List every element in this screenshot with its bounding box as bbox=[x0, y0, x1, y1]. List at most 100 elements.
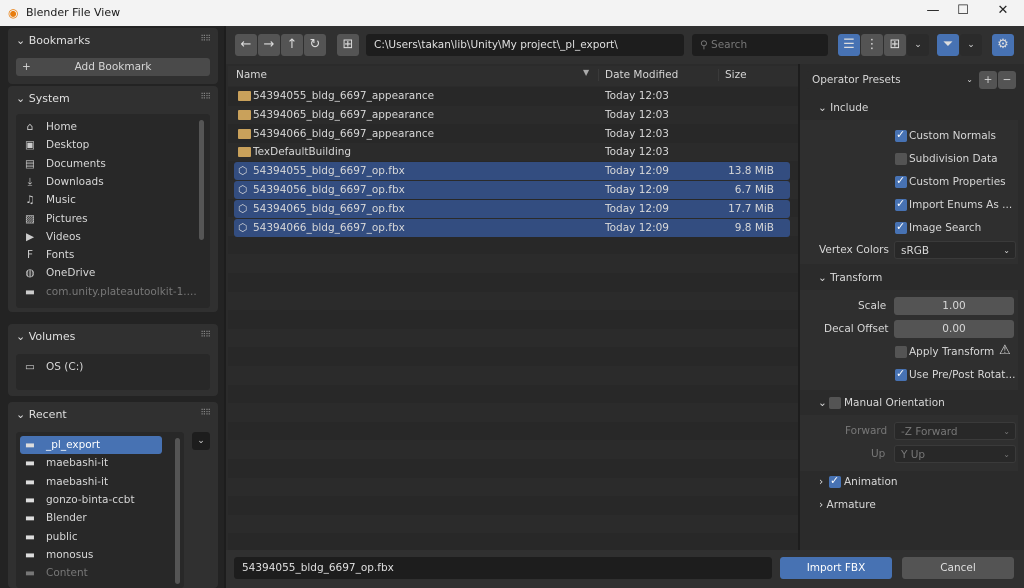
path-input[interactable]: C:\Users\takan\lib\Unity\My project\_pl_… bbox=[366, 34, 684, 56]
recent-menu-button[interactable]: ⌄ bbox=[192, 432, 210, 450]
vertex-colors-dropdown[interactable]: sRGB ⌄ bbox=[894, 241, 1016, 259]
vertical-list-view-button[interactable]: ☰ bbox=[838, 34, 860, 56]
sidebar-item-label: Pictures bbox=[46, 212, 88, 225]
grip-icon[interactable]: ⠿⠿ bbox=[200, 408, 211, 417]
sidebar-item[interactable]: ▤ Documents bbox=[22, 155, 106, 173]
file-row[interactable]: ⬡ 54394055_bldg_6697_op.fbx Today 12:09 13.… bbox=[234, 162, 790, 181]
sidebar-item[interactable]: ⌂ Home bbox=[22, 118, 77, 136]
parent-directory-button[interactable]: ↑ bbox=[281, 34, 303, 56]
sidebar-item[interactable]: ⤓ Downloads bbox=[22, 173, 104, 191]
file-row[interactable]: 54394065_bldg_6697_appearance Today 12:03 bbox=[234, 106, 790, 124]
grip-icon[interactable]: ⠿⠿ bbox=[200, 92, 211, 101]
file-date: Today 12:09 bbox=[605, 184, 669, 196]
up-dropdown[interactable]: Y Up ⌄ bbox=[894, 445, 1016, 463]
file-row[interactable]: TexDefaultBuilding Today 12:03 bbox=[234, 143, 790, 161]
animation-checkbox[interactable] bbox=[829, 474, 841, 488]
folder-icon: ▬ bbox=[25, 493, 35, 506]
import-enums-checkbox[interactable] bbox=[895, 197, 907, 211]
thumbnail-view-button[interactable]: ⊞ bbox=[884, 34, 906, 56]
filter-options-dropdown[interactable]: ⌄ bbox=[960, 34, 982, 56]
image-search-checkbox[interactable] bbox=[895, 220, 907, 234]
recent-header[interactable]: ⌄ Recent bbox=[16, 408, 67, 421]
bookmarks-header[interactable]: ⌄ Bookmarks bbox=[16, 34, 90, 47]
add-preset-button[interactable]: + bbox=[979, 71, 997, 89]
scrollbar[interactable] bbox=[199, 120, 204, 240]
folder-icon: ▬ bbox=[25, 530, 35, 543]
column-date[interactable]: Date Modified bbox=[598, 69, 678, 81]
system-header[interactable]: ⌄ System bbox=[16, 92, 70, 105]
cancel-button[interactable]: Cancel bbox=[902, 557, 1014, 579]
use-prepost-checkbox[interactable] bbox=[895, 367, 907, 381]
new-folder-button[interactable]: ⊞ bbox=[337, 34, 359, 56]
recent-item[interactable]: ▬ public bbox=[20, 528, 162, 546]
add-bookmark-button[interactable]: + Add Bookmark bbox=[16, 58, 210, 76]
recent-item[interactable]: ▬ Content bbox=[20, 564, 162, 582]
operator-presets-dropdown[interactable]: Operator Presets ⌄ bbox=[806, 71, 978, 89]
recent-item[interactable]: ▬ maebashi-it bbox=[20, 473, 162, 491]
folder-icon bbox=[238, 91, 251, 101]
file-row[interactable]: ⬡ 54394065_bldg_6697_op.fbx Today 12:09 17.… bbox=[234, 199, 790, 218]
include-header[interactable]: ⌄ Include bbox=[818, 102, 868, 114]
manual-orientation-checkbox[interactable] bbox=[829, 397, 841, 409]
sidebar-item[interactable]: ▶ Videos bbox=[22, 228, 81, 246]
maximize-button[interactable]: ☐ bbox=[948, 3, 978, 23]
import-fbx-button[interactable]: Import FBX bbox=[780, 557, 892, 579]
subdivision-checkbox[interactable] bbox=[895, 153, 907, 165]
refresh-button[interactable]: ↻ bbox=[304, 34, 326, 56]
place-icon: ⌂ bbox=[26, 121, 34, 133]
minimize-button[interactable]: — bbox=[918, 3, 948, 23]
grip-icon[interactable]: ⠿⠿ bbox=[200, 34, 211, 43]
grip-icon[interactable]: ⠿⠿ bbox=[200, 330, 211, 339]
use-prepost-label: Use Pre/Post Rotat... bbox=[909, 369, 1016, 381]
scale-field[interactable]: 1.00 bbox=[894, 297, 1014, 315]
manual-orientation-header[interactable]: ⌄ bbox=[818, 397, 827, 409]
settings-gear-icon[interactable]: ⚙ bbox=[992, 34, 1014, 56]
forward-dropdown[interactable]: -Z Forward ⌄ bbox=[894, 422, 1016, 440]
file-row[interactable]: 54394066_bldg_6697_appearance Today 12:03 bbox=[234, 125, 790, 143]
apply-transform-checkbox[interactable] bbox=[895, 346, 907, 358]
armature-header[interactable]: › Armature bbox=[819, 499, 876, 511]
custom-properties-checkbox[interactable] bbox=[895, 174, 907, 188]
forward-button[interactable]: → bbox=[258, 34, 280, 56]
file-row[interactable]: 54394055_bldg_6697_appearance Today 12:03 bbox=[234, 87, 790, 105]
back-button[interactable]: ← bbox=[235, 34, 257, 56]
mesh-file-icon: ⬡ bbox=[238, 221, 248, 234]
up-value: Y Up bbox=[901, 449, 926, 461]
filter-button[interactable]: ⏷ bbox=[937, 34, 959, 56]
column-size[interactable]: Size bbox=[718, 69, 747, 81]
column-name[interactable]: Name bbox=[236, 69, 267, 81]
filename-input[interactable]: 54394055_bldg_6697_op.fbx bbox=[234, 557, 772, 579]
volume-item[interactable]: ▭ OS (C:) bbox=[22, 358, 83, 376]
transform-header[interactable]: ⌄ Transform bbox=[818, 272, 882, 284]
sort-arrow-icon[interactable]: ▼ bbox=[583, 68, 589, 77]
sidebar-item[interactable]: ♫ Music bbox=[22, 191, 76, 209]
sidebar-item[interactable]: ▣ Desktop bbox=[22, 136, 89, 154]
decal-offset-field[interactable]: 0.00 bbox=[894, 320, 1014, 338]
view-options-dropdown[interactable]: ⌄ bbox=[907, 34, 929, 56]
custom-normals-checkbox[interactable] bbox=[895, 128, 907, 142]
search-input[interactable]: ⚲ Search bbox=[692, 34, 828, 56]
recent-item[interactable]: ▬ Blender bbox=[20, 509, 162, 527]
file-row[interactable]: ⬡ 54394066_bldg_6697_op.fbx Today 12:09 9.8… bbox=[234, 218, 790, 237]
volumes-header[interactable]: ⌄ Volumes bbox=[16, 330, 75, 343]
close-button[interactable]: ✕ bbox=[988, 3, 1018, 23]
scrollbar[interactable] bbox=[175, 438, 180, 584]
remove-preset-button[interactable]: − bbox=[998, 71, 1016, 89]
sidebar-item-label: Music bbox=[46, 194, 76, 207]
place-icon: ⤓ bbox=[27, 175, 33, 188]
file-row[interactable]: ⬡ 54394056_bldg_6697_op.fbx Today 12:09 6.7… bbox=[234, 181, 790, 199]
animation-expand-icon[interactable]: › bbox=[819, 476, 823, 488]
recent-item[interactable]: ▬ _pl_export bbox=[20, 436, 162, 454]
sidebar-item[interactable]: ▬ com.unity.plateautoolkit-1.... bbox=[22, 283, 197, 301]
sidebar-item[interactable]: ▨ Pictures bbox=[22, 210, 88, 228]
sidebar-item[interactable]: F Fonts bbox=[22, 246, 74, 264]
row-stripe bbox=[228, 310, 798, 329]
recent-item[interactable]: ▬ monosus bbox=[20, 546, 162, 564]
animation-label[interactable]: Animation bbox=[844, 476, 898, 488]
recent-item[interactable]: ▬ gonzo-binta-ccbt bbox=[20, 491, 162, 509]
row-stripe bbox=[228, 235, 798, 255]
recent-item[interactable]: ▬ maebashi-it bbox=[20, 454, 162, 472]
horizontal-list-view-button[interactable]: ⋮ bbox=[861, 34, 883, 56]
sidebar-item[interactable]: ◍ OneDrive bbox=[22, 264, 95, 282]
row-stripe bbox=[228, 459, 798, 478]
